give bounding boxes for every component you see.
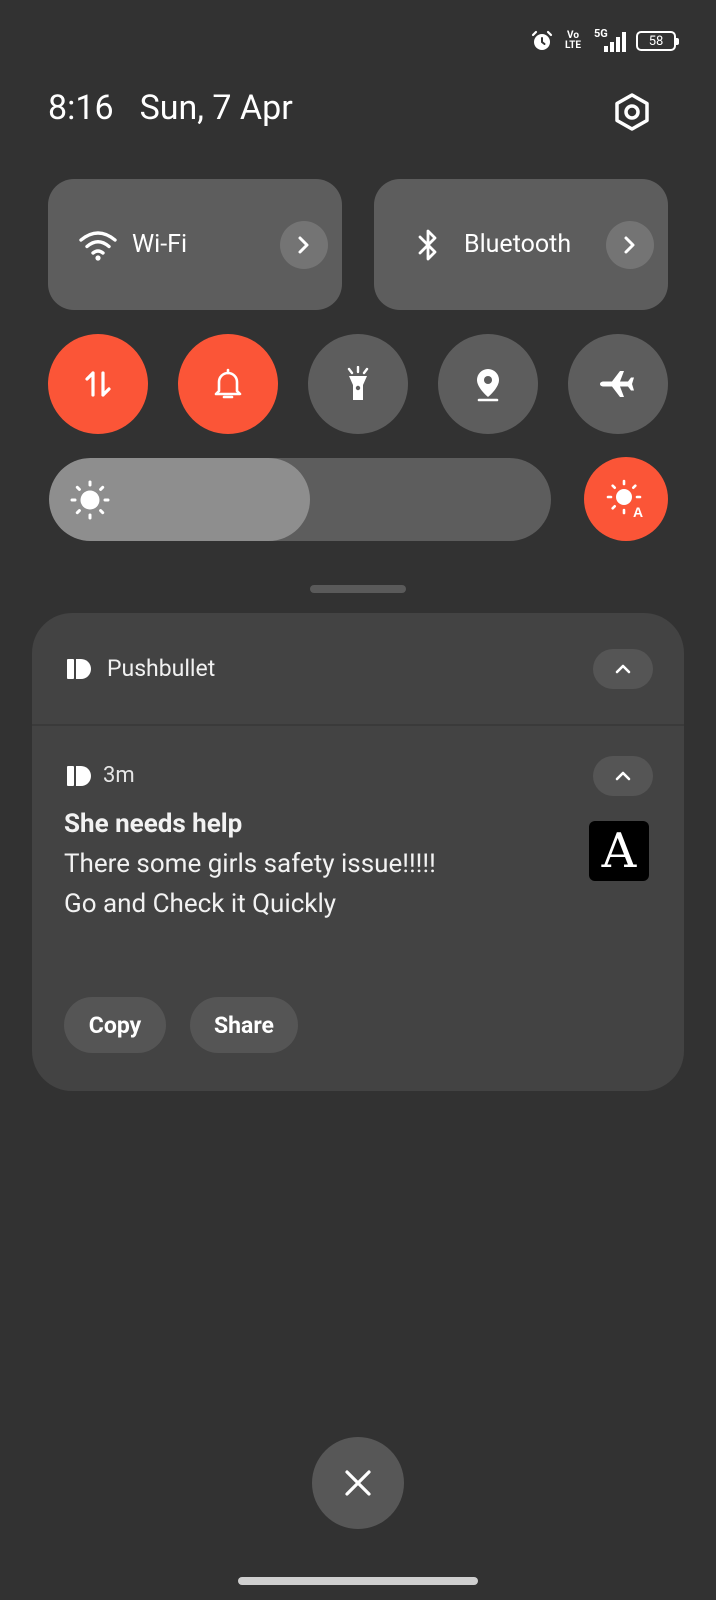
bluetooth-expand-button[interactable] [606, 220, 654, 269]
5g-signal-icon: 5G [592, 27, 626, 52]
notification-title: She needs help [64, 809, 243, 839]
bell-icon [214, 368, 242, 399]
collapse-notification-button[interactable] [593, 756, 653, 796]
flashlight-toggle[interactable] [308, 334, 408, 434]
volte-icon: Vo LTE [564, 30, 582, 51]
collapse-group-button[interactable] [593, 649, 653, 689]
flashlight-icon [347, 366, 369, 400]
settings-button[interactable] [610, 90, 654, 134]
wifi-expand-button[interactable] [280, 220, 328, 269]
brightness-slider[interactable] [49, 458, 551, 541]
status-bar: Vo LTE 5G 58 [530, 26, 679, 56]
chevron-up-icon [615, 664, 631, 674]
notification-group-header: Pushbullet [67, 655, 215, 682]
copy-button[interactable]: Copy [64, 997, 166, 1053]
panel-drag-handle[interactable] [310, 585, 406, 593]
close-icon [345, 1470, 371, 1496]
notification-time: 3m [103, 763, 135, 788]
chevron-right-icon [624, 236, 635, 253]
notification-thumbnail: A [589, 821, 649, 881]
notification-card[interactable]: Pushbullet 3m She needs help There some … [32, 613, 684, 1091]
divider [32, 724, 684, 726]
wifi-label: Wi-Fi [132, 230, 188, 259]
brightness-icon [68, 478, 112, 522]
svg-text:A: A [633, 504, 643, 520]
auto-brightness-icon: A [606, 479, 646, 520]
airplane-icon [600, 371, 634, 397]
home-indicator[interactable] [238, 1577, 478, 1585]
share-button[interactable]: Share [190, 997, 298, 1053]
bluetooth-label: Bluetooth [464, 230, 572, 259]
network-label: 5G [594, 27, 608, 40]
battery-icon: 58 [636, 31, 679, 51]
wifi-icon [78, 225, 118, 265]
alarm-icon [531, 30, 553, 50]
location-toggle[interactable] [438, 334, 538, 434]
notification-body-line: There some girls safety issue!!!!! [64, 849, 436, 879]
mobile-data-toggle[interactable] [48, 334, 148, 434]
gear-icon [615, 93, 649, 131]
notification-meta: 3m [67, 763, 135, 788]
clear-all-button[interactable] [312, 1437, 404, 1529]
date-label: Sun, 7 Apr [139, 88, 293, 128]
chevron-right-icon [298, 236, 309, 253]
bluetooth-tile[interactable]: Bluetooth [374, 179, 668, 310]
pushbullet-icon [67, 765, 91, 786]
bluetooth-icon [408, 225, 448, 265]
app-name: Pushbullet [107, 655, 216, 682]
data-arrows-icon [85, 371, 111, 397]
location-icon [477, 369, 499, 402]
auto-brightness-button[interactable]: A [584, 457, 668, 541]
pushbullet-icon [67, 658, 91, 679]
clock-time: 8:16 [48, 88, 114, 128]
clock-date: 8:16 Sun, 7 Apr [48, 88, 319, 128]
airplane-mode-toggle[interactable] [568, 334, 668, 434]
chevron-up-icon [615, 771, 631, 781]
sound-toggle[interactable] [178, 334, 278, 434]
notification-body-line: Go and Check it Quickly [64, 889, 337, 919]
wifi-tile[interactable]: Wi-Fi [48, 179, 342, 310]
